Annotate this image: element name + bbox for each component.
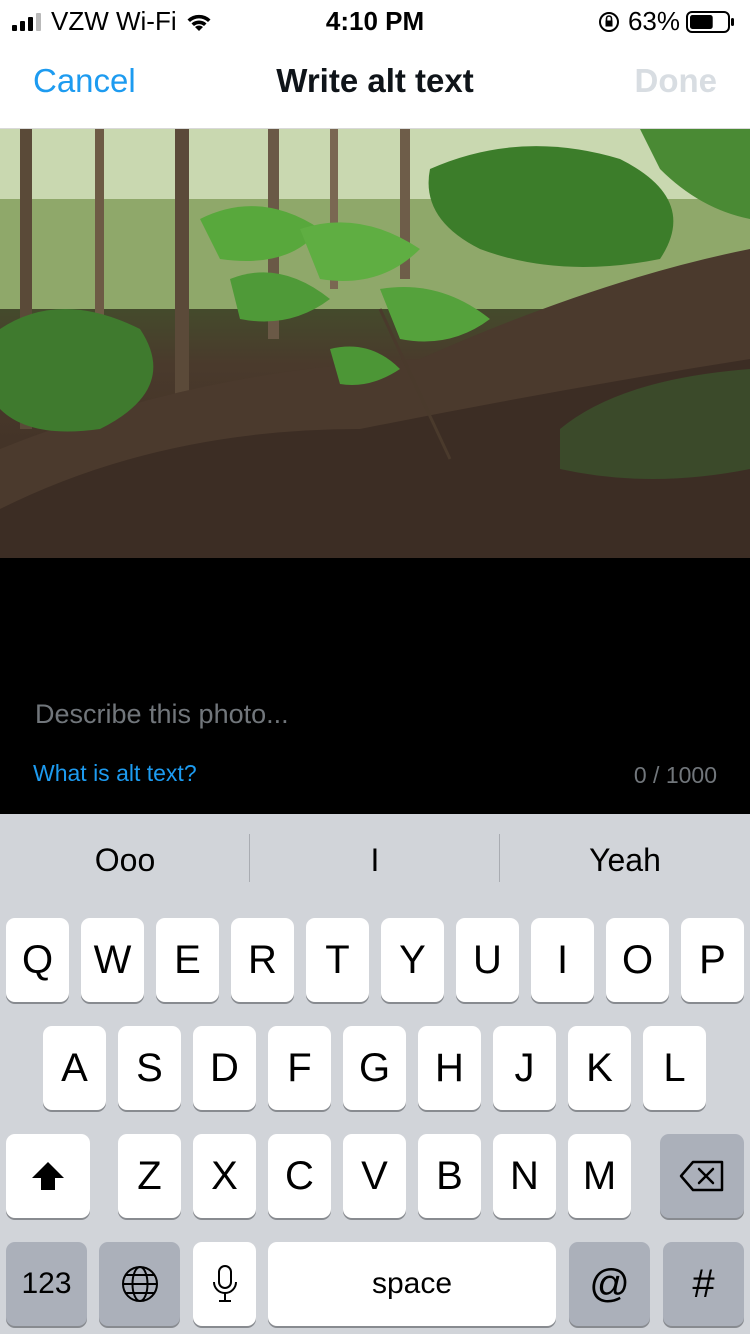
key-v[interactable]: V: [343, 1134, 406, 1218]
done-button[interactable]: Done: [635, 62, 718, 100]
key-f[interactable]: F: [268, 1026, 331, 1110]
orientation-lock-icon: [598, 11, 619, 32]
key-l[interactable]: L: [643, 1026, 706, 1110]
key-u[interactable]: U: [456, 918, 519, 1002]
key-w[interactable]: W: [81, 918, 144, 1002]
globe-key[interactable]: [99, 1242, 180, 1326]
key-o[interactable]: O: [606, 918, 669, 1002]
what-is-alt-text-link[interactable]: What is alt text?: [33, 760, 197, 787]
key-q[interactable]: Q: [6, 918, 69, 1002]
suggestion-3[interactable]: Yeah: [500, 842, 750, 879]
key-r[interactable]: R: [231, 918, 294, 1002]
key-t[interactable]: T: [306, 918, 369, 1002]
key-n[interactable]: N: [493, 1134, 556, 1218]
key-x[interactable]: X: [193, 1134, 256, 1218]
suggestion-2[interactable]: I: [250, 842, 500, 879]
shift-key[interactable]: [6, 1134, 90, 1218]
key-b[interactable]: B: [418, 1134, 481, 1218]
battery-icon: [686, 10, 734, 33]
backspace-icon: [679, 1160, 724, 1192]
photo-preview: [0, 129, 750, 558]
key-i[interactable]: I: [531, 918, 594, 1002]
suggestion-1[interactable]: Ooo: [0, 842, 250, 879]
space-key[interactable]: space: [268, 1242, 556, 1326]
key-m[interactable]: M: [568, 1134, 631, 1218]
status-bar: VZW Wi-Fi 4:10 PM 63%: [0, 0, 750, 40]
battery-percent: 63%: [627, 6, 680, 36]
suggestion-bar: Ooo I Yeah: [0, 814, 750, 914]
character-counter: 0 / 1000: [633, 762, 717, 788]
alt-text-input[interactable]: [33, 693, 717, 735]
hash-key[interactable]: #: [663, 1242, 744, 1326]
globe-icon: [121, 1266, 158, 1302]
key-e[interactable]: E: [156, 918, 219, 1002]
key-z[interactable]: Z: [118, 1134, 181, 1218]
key-p[interactable]: P: [681, 918, 744, 1002]
key-d[interactable]: D: [193, 1026, 256, 1110]
key-j[interactable]: J: [493, 1026, 556, 1110]
numbers-key[interactable]: 123: [6, 1242, 87, 1326]
dictation-key[interactable]: [193, 1242, 256, 1326]
backspace-key[interactable]: [660, 1134, 744, 1218]
key-s[interactable]: S: [118, 1026, 181, 1110]
keyboard: Ooo I Yeah Q W E R T Y U I O P A S D F G…: [0, 814, 750, 1334]
at-key[interactable]: @: [569, 1242, 650, 1326]
microphone-icon: [212, 1265, 237, 1302]
key-c[interactable]: C: [268, 1134, 331, 1218]
key-h[interactable]: H: [418, 1026, 481, 1110]
key-a[interactable]: A: [43, 1026, 106, 1110]
key-y[interactable]: Y: [381, 918, 444, 1002]
shift-icon: [32, 1162, 64, 1190]
key-k[interactable]: K: [568, 1026, 631, 1110]
key-g[interactable]: G: [343, 1026, 406, 1110]
nav-bar: Cancel Write alt text Done: [0, 40, 750, 129]
